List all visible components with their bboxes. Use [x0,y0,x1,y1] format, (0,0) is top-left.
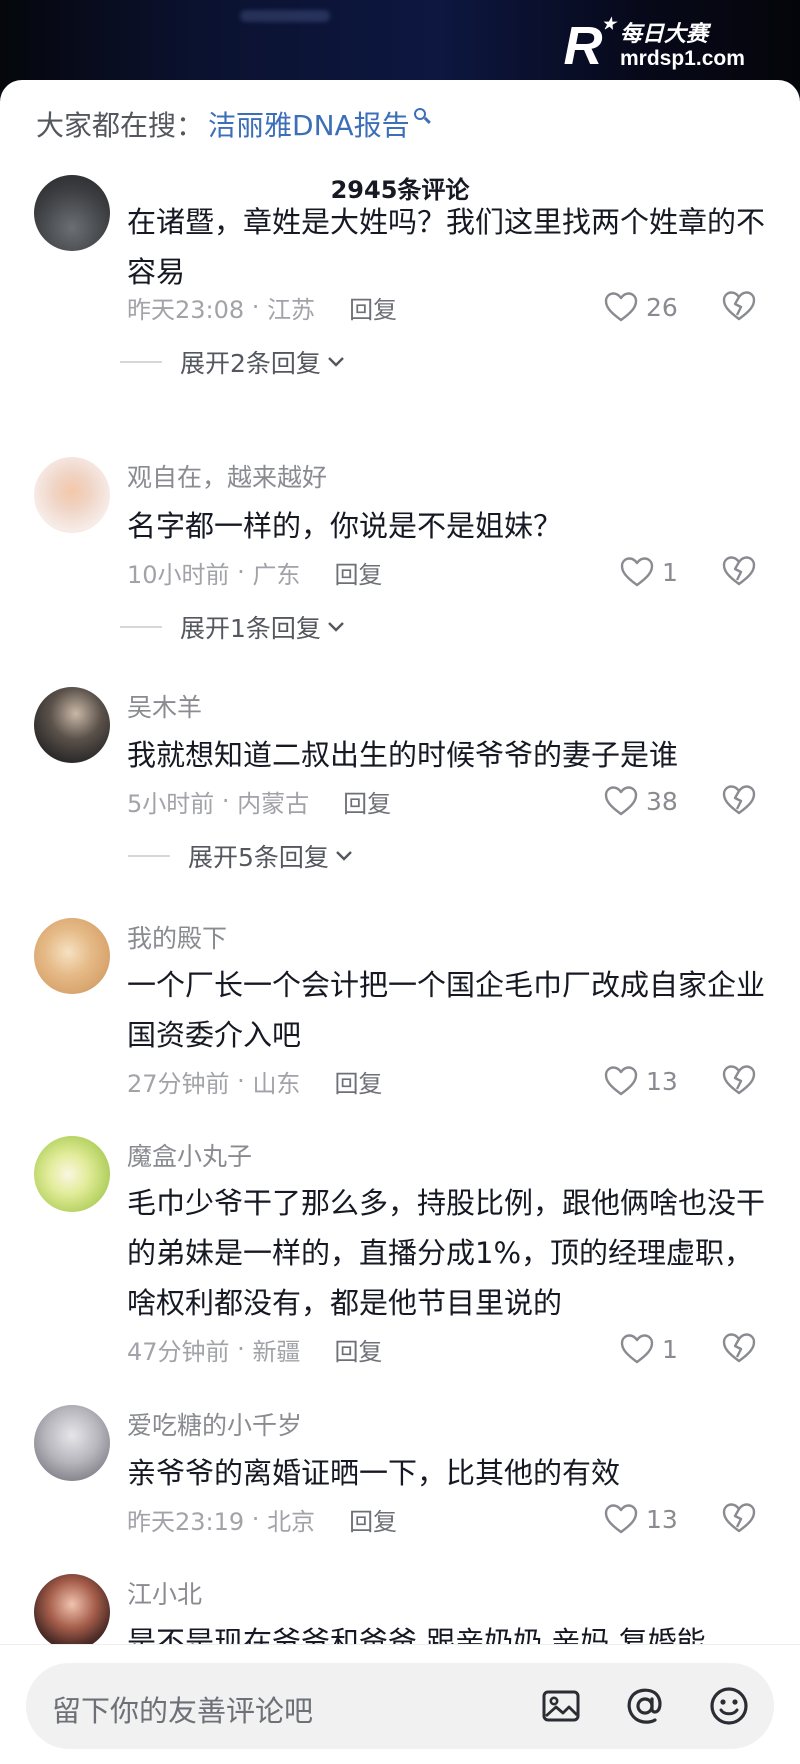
heart-icon [604,1066,638,1096]
comment-meta: 5小时前 · 内蒙古 回复 [127,783,391,819]
comment-username[interactable]: 魔盒小丸子 [127,1137,252,1173]
comment-input-placeholder: 留下你的友善评论吧 [52,1694,314,1728]
comment-meta: 10小时前 · 广东 回复 [127,554,382,590]
watermark-logo: R ★ [554,16,617,76]
like-count: 1 [662,1334,678,1364]
comment-username[interactable]: 我的殿下 [127,919,227,955]
like-button[interactable]: 38 [604,783,678,819]
emoji-icon[interactable] [708,1685,750,1727]
expand-replies-label: 展开2条回复 [180,349,321,378]
like-count: 26 [646,292,678,322]
comment-username[interactable]: 吴木羊 [127,688,202,724]
comment-meta: 昨天23:19 · 北京 回复 [127,1501,397,1537]
like-count: 13 [646,1504,678,1534]
comment-text: 在诸暨，章姓是大姓吗？我们这里找两个姓章的不容易 [127,205,766,289]
comment-location: 广东 [252,560,301,589]
like-count: 1 [662,557,678,587]
dislike-icon[interactable] [722,1063,756,1097]
comment-text: 一个厂长一个会计把一个国企毛巾厂改成自家企业 国资委介入吧 [127,968,766,1052]
like-button[interactable]: 13 [604,1501,678,1537]
like-button[interactable]: 13 [604,1063,678,1099]
chevron-down-icon [328,622,344,632]
comment-location: 新疆 [252,1337,301,1366]
heart-icon [604,292,638,322]
search-prefix: 大家都在搜： [36,109,205,142]
comment-username[interactable]: 爱吃糖的小千岁 [127,1406,302,1442]
heart-icon [620,557,654,587]
dislike-icon[interactable] [722,783,756,817]
watermark: R ★ 每日大赛 mrdsp1.com [554,10,792,82]
dislike-icon[interactable] [722,1501,756,1535]
comment-time: 昨天23:08 [127,295,245,324]
avatar[interactable] [34,1136,110,1212]
comment-location: 北京 [267,1507,316,1536]
comment-text: 毛巾少爷干了那么多，持股比例，跟他俩啥也没干的弟妹是一样的，直播分成1%，顶的经… [127,1186,766,1320]
comment-meta: 昨天23:08 · 江苏 回复 [127,289,397,325]
dislike-icon[interactable] [722,554,756,588]
mention-icon[interactable] [624,1685,666,1727]
avatar[interactable] [34,175,110,251]
avatar[interactable] [34,1405,110,1481]
comment-time: 47分钟前 [127,1337,230,1366]
reply-button[interactable]: 回复 [343,784,391,819]
comment-time: 10小时前 [127,560,230,589]
avatar[interactable] [34,457,110,533]
suggested-search[interactable]: 大家都在搜： 洁丽雅DNA报告 [36,104,432,144]
like-button[interactable]: 26 [604,289,678,325]
expand-replies-label: 展开5条回复 [188,843,329,872]
star-icon: ★ [601,16,616,33]
heart-icon [604,1504,638,1534]
dislike-icon[interactable] [722,289,756,323]
search-icon [413,108,432,126]
comment-input-bar: 留下你的友善评论吧 [0,1644,800,1764]
comment-time: 昨天23:19 [127,1507,245,1536]
comment-location: 江苏 [267,295,316,324]
comment-location: 山东 [252,1069,301,1098]
expand-replies[interactable]: 展开5条回复 [128,838,353,874]
watermark-url: mrdsp1.com [620,46,745,70]
avatar[interactable] [34,1574,110,1650]
reply-button[interactable]: 回复 [334,1332,382,1367]
like-count: 38 [646,786,678,816]
like-count: 13 [646,1066,678,1096]
reply-button[interactable]: 回复 [349,1502,397,1537]
comment-text: 亲爷爷的离婚证晒一下，比其他的有效 [127,1456,621,1490]
comment-username[interactable]: 观自在，越来越好 [127,458,327,494]
dislike-icon[interactable] [722,1331,756,1365]
reply-button[interactable]: 回复 [349,290,397,325]
avatar[interactable] [34,687,110,763]
comment-time: 27分钟前 [127,1069,230,1098]
comment-sheet: 大家都在搜： 洁丽雅DNA报告 2945条评论 在诸暨，章姓是大姓吗？我们这里找… [0,80,800,1764]
like-button[interactable]: 1 [620,554,678,590]
image-icon[interactable] [540,1685,582,1727]
comment-meta: 27分钟前 · 山东 回复 [127,1063,382,1099]
watermark-logo-letter: R [563,16,603,76]
reply-button[interactable]: 回复 [334,1064,382,1099]
avatar[interactable] [34,918,110,994]
comment-location: 内蒙古 [237,789,310,818]
expand-replies[interactable]: 展开2条回复 [120,344,345,380]
comment-text: 我就想知道二叔出生的时候爷爷的妻子是谁 [127,738,679,772]
comment-input[interactable]: 留下你的友善评论吧 [26,1663,774,1749]
like-button[interactable]: 1 [620,1331,678,1367]
expand-replies-label: 展开1条回复 [180,614,321,643]
video-light [240,10,330,22]
chevron-down-icon [328,357,344,367]
expand-replies[interactable]: 展开1条回复 [120,609,345,645]
comment-text: 名字都一样的，你说是不是姐妹？ [127,509,563,543]
comment-username[interactable]: 江小北 [127,1575,202,1611]
heart-icon [604,786,638,816]
search-term-link[interactable]: 洁丽雅DNA报告 [208,104,410,144]
comment-time: 5小时前 [127,789,215,818]
heart-icon [620,1334,654,1364]
chevron-down-icon [336,851,352,861]
watermark-name: 每日大赛 [620,21,709,47]
comment-meta: 47分钟前 · 新疆 回复 [127,1331,382,1367]
reply-button[interactable]: 回复 [334,555,382,590]
